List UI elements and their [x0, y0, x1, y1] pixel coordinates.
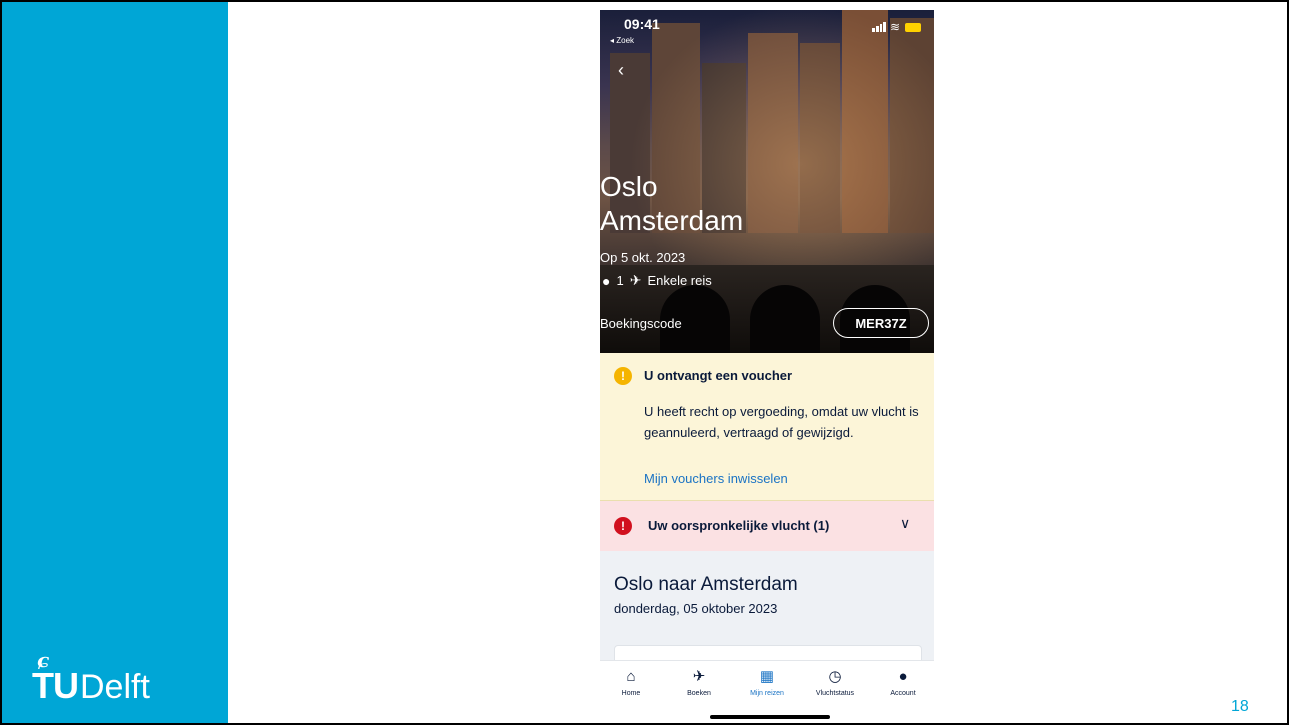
- passenger-row: ● 1 ✈ Enkele reis: [602, 272, 712, 289]
- status-time: 09:41: [624, 16, 660, 32]
- tab-label: Mijn reizen: [750, 690, 784, 697]
- original-flight-label: Uw oorspronkelijke vlucht (1): [648, 518, 830, 533]
- voucher-title: U ontvangt een voucher: [644, 368, 793, 383]
- back-arrow-icon[interactable]: ‹: [618, 60, 624, 81]
- route-date: Op 5 okt. 2023: [600, 250, 686, 265]
- tab-label: Account: [890, 690, 916, 697]
- tab-label: Home: [621, 690, 641, 697]
- booking-code-button[interactable]: MER37Z: [833, 308, 929, 338]
- battery-icon: [905, 23, 921, 32]
- trip-date: donderdag, 05 oktober 2023: [614, 601, 778, 616]
- original-flight-accordion[interactable]: ! Uw oorspronkelijke vlucht (1) ∨: [600, 501, 934, 551]
- account-icon: ●: [898, 668, 908, 685]
- tab-account[interactable]: ● Account: [872, 667, 934, 697]
- passenger-count: 1: [616, 273, 624, 288]
- tu-delft-logo: ɕ TU Delft: [32, 644, 150, 704]
- voucher-notice: ! U ontvangt een voucher U heeft recht o…: [600, 353, 934, 501]
- signal-icon: [872, 22, 886, 32]
- clock-icon: ◷: [828, 668, 842, 685]
- tab-mijn-reizen[interactable]: ▦ Mijn reizen: [736, 667, 798, 697]
- tab-home[interactable]: ⌂ Home: [600, 667, 662, 697]
- status-bar: 09:41 ◂ Zoek ≋: [600, 10, 934, 50]
- logo-delft-text: Delft: [80, 668, 150, 706]
- route-destination: Amsterdam: [600, 205, 744, 236]
- route-title: Oslo Amsterdam: [600, 170, 743, 238]
- plane-icon: ✈: [692, 668, 706, 685]
- warning-icon: !: [614, 367, 632, 385]
- trip-title: Oslo naar Amsterdam: [614, 574, 798, 595]
- tab-label: Boeken: [687, 690, 711, 697]
- error-icon: !: [614, 517, 632, 535]
- home-indicator: [710, 715, 830, 719]
- tab-label: Vluchtstatus: [815, 690, 855, 697]
- flame-icon: ɕ: [37, 648, 49, 672]
- redeem-vouchers-link[interactable]: Mijn vouchers inwisselen: [644, 471, 788, 486]
- slide-sidebar: ɕ TU Delft: [2, 2, 228, 723]
- plane-icon: ✈: [629, 272, 642, 288]
- tab-vluchtstatus[interactable]: ◷ Vluchtstatus: [804, 667, 866, 697]
- wifi-icon: ≋: [890, 20, 901, 34]
- booking-code-label: Boekingscode: [600, 316, 682, 331]
- back-to-app-link[interactable]: ◂ Zoek: [610, 36, 634, 45]
- trip-header: 09:41 ◂ Zoek ≋ ‹ Oslo Amsterdam Op 5 okt…: [600, 10, 934, 353]
- person-icon: ●: [602, 272, 611, 289]
- phone-screenshot: 09:41 ◂ Zoek ≋ ‹ Oslo Amsterdam Op 5 okt…: [600, 10, 934, 723]
- tab-boeken[interactable]: ✈ Boeken: [668, 667, 730, 697]
- home-icon: ⌂: [626, 668, 636, 685]
- calendar-icon: ▦: [759, 668, 775, 685]
- slide: ɕ TU Delft 09:41 ◂ Zoek ≋ ‹ Oslo Amsterd…: [0, 0, 1289, 725]
- chevron-down-icon[interactable]: ∨: [900, 515, 910, 532]
- page-number: 18: [1231, 698, 1249, 715]
- route-origin: Oslo: [600, 171, 658, 202]
- voucher-body: U heeft recht op vergoeding, omdat uw vl…: [644, 404, 919, 440]
- trip-type: Enkele reis: [647, 273, 712, 288]
